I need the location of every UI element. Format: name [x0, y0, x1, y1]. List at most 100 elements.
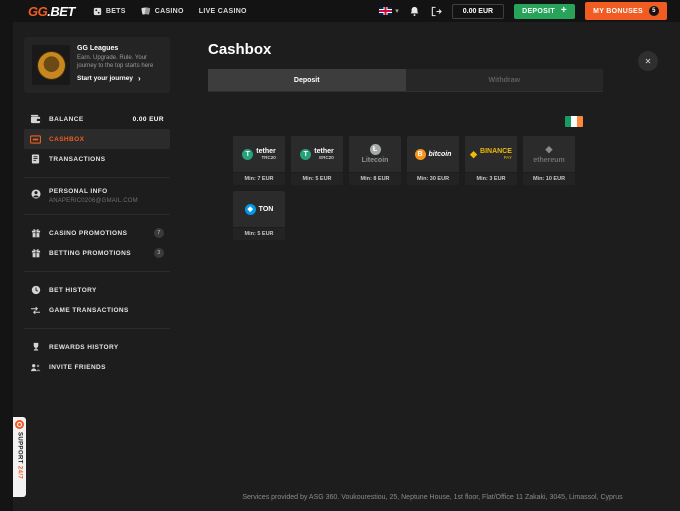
method-logo-icon: T: [300, 149, 311, 160]
nav-item-label: LIVE CASINO: [199, 8, 247, 15]
license-footer-text: Services provided by ASG 360. Voukourest…: [185, 494, 680, 501]
gift-icon: [30, 228, 41, 238]
sidebar-item-rewards-history[interactable]: REWARDS HISTORY: [24, 337, 170, 357]
person-icon: [30, 189, 41, 199]
sidebar-item-casino-promotions[interactable]: CASINO PROMOTIONS 7: [24, 223, 170, 243]
promo-description: Earn. Upgrade. Rule. Your journey to the…: [77, 54, 162, 70]
transactions-label: TRANSACTIONS: [49, 156, 105, 163]
rewards-history-label: REWARDS HISTORY: [49, 344, 119, 351]
chevron-right-icon: ›: [138, 74, 141, 83]
payment-method-litecoin[interactable]: Ł Litecoin Min: 8 EUR: [349, 136, 401, 185]
my-bonuses-button[interactable]: MY BONUSES 5: [585, 2, 667, 20]
game-transactions-label: GAME TRANSACTIONS: [49, 307, 129, 314]
sidebar-divider: [24, 177, 170, 178]
sidebar-item-personal-info[interactable]: PERSONAL INFO ANAPERIC0206@GMAIL.COM: [24, 186, 170, 206]
gg-leagues-medal-image: [32, 45, 70, 85]
casino-cards-icon: [141, 6, 151, 16]
chevron-down-icon: ▾: [395, 7, 399, 15]
payment-method-ton[interactable]: ◆ TON Min: 5 EUR: [233, 191, 285, 240]
page-body: GG Leagues Earn. Upgrade. Rule. Your jou…: [13, 22, 680, 511]
method-logo-icon: ◆: [470, 149, 477, 160]
sidebar-item-betting-promotions[interactable]: BETTING PROMOTIONS 3: [24, 243, 170, 263]
method-name: Litecoin: [362, 157, 389, 164]
bet-history-label: BET HISTORY: [49, 287, 97, 294]
support-lifebuoy-icon: [15, 420, 24, 429]
tabs-divider: [208, 91, 603, 92]
sidebar-divider: [24, 328, 170, 329]
ireland-flag-icon[interactable]: [565, 116, 583, 127]
sidebar-item-cashbox[interactable]: CASHBOX: [24, 129, 170, 149]
plus-icon: +: [561, 8, 567, 14]
payment-methods-grid: T tether TRC20 Min: 7 EUR T tether ERC20…: [233, 136, 575, 240]
balance-value: 0.00 EUR: [133, 116, 164, 123]
close-button[interactable]: ✕: [638, 51, 658, 71]
cashbox-tabs: Deposit Withdraw: [208, 69, 603, 91]
method-logo-icon: T: [242, 149, 253, 160]
invite-friends-label: INVITE FRIENDS: [49, 364, 106, 371]
cashbox-icon: [30, 135, 41, 144]
deposit-button[interactable]: DEPOSIT +: [514, 4, 575, 19]
transfer-arrows-icon: [30, 306, 41, 315]
uk-flag-icon: [379, 7, 392, 15]
bets-icon: [93, 7, 102, 16]
method-min-amount: Min: 8 EUR: [349, 173, 401, 185]
ggbet-logo[interactable]: GG.BET: [28, 4, 75, 19]
payment-method-tether-erc20[interactable]: T tether ERC20 Min: 5 EUR: [291, 136, 343, 185]
support-label: SUPPORT: [17, 432, 23, 464]
method-name: bitcoin: [429, 151, 452, 158]
casino-promotions-count-badge: 7: [154, 228, 164, 238]
method-min-amount: Min: 10 EUR: [523, 173, 575, 185]
method-name: tether: [256, 148, 275, 155]
method-name: tether: [314, 148, 333, 155]
nav-item-live-casino[interactable]: LIVE CASINO: [199, 8, 247, 15]
bonuses-count-badge: 5: [649, 6, 659, 16]
method-min-amount: Min: 30 EUR: [407, 173, 459, 185]
payment-method-tether-trc20[interactable]: T tether TRC20 Min: 7 EUR: [233, 136, 285, 185]
wallet-balance[interactable]: 0.00 EUR: [452, 4, 504, 19]
nav-item-bets[interactable]: BETS: [93, 7, 126, 16]
start-your-journey-link[interactable]: Start your journey ›: [77, 74, 162, 83]
top-navbar: GG.BET BETS CASINO LIVE CASINO ▾ 0.00 EU…: [0, 0, 680, 22]
account-sidebar: GG Leagues Earn. Upgrade. Rule. Your jou…: [24, 37, 170, 511]
logout-icon[interactable]: [430, 6, 442, 17]
personal-info-label: PERSONAL INFO: [49, 188, 138, 195]
language-selector[interactable]: ▾: [379, 7, 399, 15]
tab-deposit[interactable]: Deposit: [208, 69, 406, 91]
support-tab[interactable]: SUPPORT 24/7: [13, 417, 26, 497]
method-min-amount: Min: 5 EUR: [291, 173, 343, 185]
method-network: PAY: [504, 156, 512, 161]
sidebar-divider: [24, 271, 170, 272]
user-email: ANAPERIC0206@GMAIL.COM: [49, 198, 138, 204]
method-logo-icon: ◆: [546, 144, 553, 155]
method-logo-icon: ◆: [245, 204, 256, 215]
sidebar-item-game-transactions[interactable]: GAME TRANSACTIONS: [24, 300, 170, 320]
medal-icon: [38, 52, 65, 79]
method-min-amount: Min: 7 EUR: [233, 173, 285, 185]
sidebar-item-transactions[interactable]: TRANSACTIONS: [24, 149, 170, 169]
notifications-bell-icon[interactable]: [409, 6, 420, 17]
people-icon: [30, 363, 41, 372]
method-network: TRC20: [261, 156, 275, 161]
clock-icon: [30, 285, 41, 295]
gift-icon: [30, 248, 41, 258]
gg-leagues-promo-card[interactable]: GG Leagues Earn. Upgrade. Rule. Your jou…: [24, 37, 170, 93]
balance-label: BALANCE: [49, 116, 84, 123]
betting-promotions-count-badge: 3: [154, 248, 164, 258]
cashbox-panel: Cashbox ✕ Deposit Withdraw T tether TRC2…: [185, 37, 680, 511]
page-title: Cashbox: [208, 41, 680, 58]
sidebar-divider: [24, 214, 170, 215]
payment-method-bitcoin[interactable]: B bitcoin Min: 30 EUR: [407, 136, 459, 185]
tab-withdraw[interactable]: Withdraw: [406, 69, 604, 91]
payment-method-binance-pay[interactable]: ◆ BINANCE PAY Min: 3 EUR: [465, 136, 517, 185]
nav-item-casino[interactable]: CASINO: [141, 6, 184, 16]
method-name: TON: [259, 206, 274, 213]
sidebar-item-bet-history[interactable]: BET HISTORY: [24, 280, 170, 300]
trophy-icon: [30, 342, 41, 352]
method-name: BINANCE: [480, 148, 512, 155]
promo-title: GG Leagues: [77, 45, 162, 52]
payment-method-ethereum[interactable]: ◆ ethereum Min: 10 EUR: [523, 136, 575, 185]
wallet-icon: [30, 114, 41, 124]
sidebar-item-invite-friends[interactable]: INVITE FRIENDS: [24, 357, 170, 377]
document-icon: [30, 154, 41, 164]
sidebar-item-balance[interactable]: BALANCE 0.00 EUR: [24, 109, 170, 129]
